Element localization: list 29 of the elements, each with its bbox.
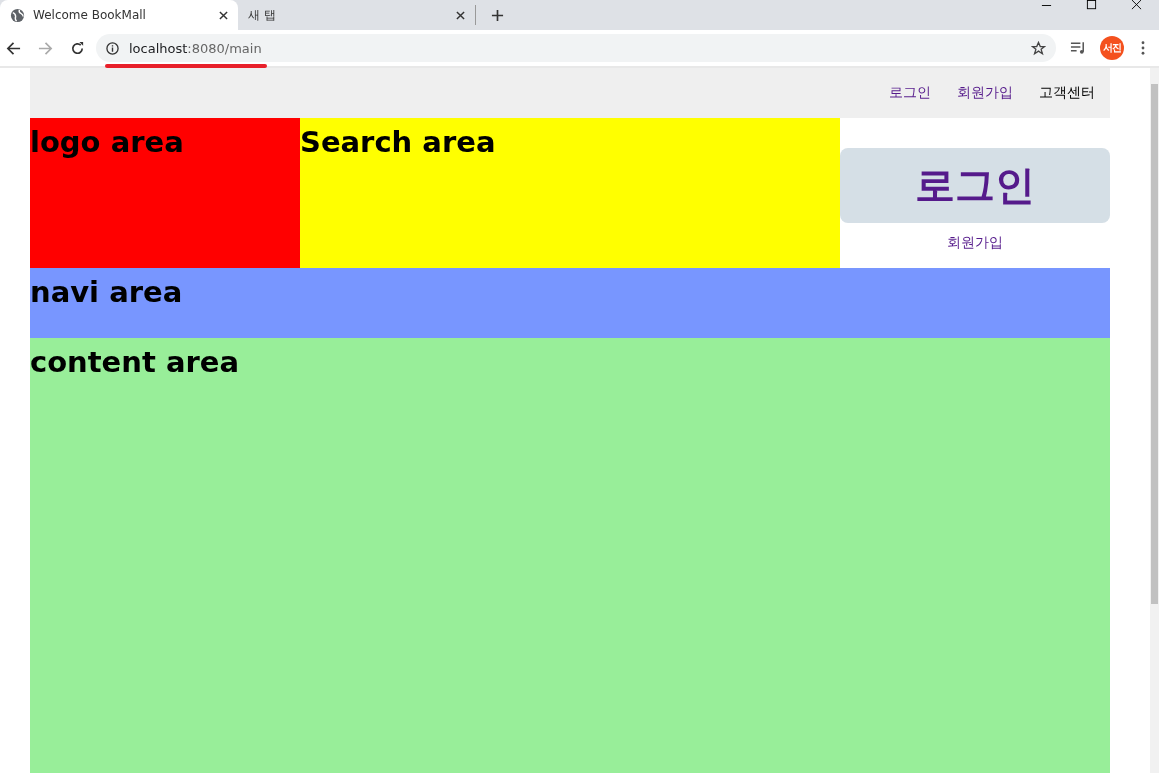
back-arrow-icon[interactable] bbox=[6, 40, 21, 56]
address-bar[interactable]: localhost:8080/main bbox=[96, 34, 1056, 62]
top-link[interactable]: 고객센터 bbox=[1039, 84, 1095, 102]
globe-icon bbox=[10, 7, 25, 23]
tab-title: Welcome BookMall bbox=[33, 8, 147, 22]
browser-tab[interactable]: Welcome BookMall bbox=[0, 0, 238, 30]
star-icon[interactable] bbox=[1031, 40, 1046, 56]
scrollbar[interactable] bbox=[1150, 68, 1159, 773]
signup-link[interactable]: 회원가입 bbox=[947, 234, 1003, 252]
tab-title: 새 탭 bbox=[248, 6, 277, 24]
playlist-icon[interactable] bbox=[1070, 41, 1087, 55]
close-icon[interactable] bbox=[219, 10, 228, 20]
maximize-icon[interactable] bbox=[1086, 0, 1097, 11]
top-link[interactable]: 회원가입 bbox=[957, 84, 1013, 102]
logo-area: logo area bbox=[30, 118, 300, 268]
browser-tab[interactable]: 새 탭 bbox=[238, 5, 476, 25]
search-area: Search area bbox=[300, 118, 840, 268]
close-icon[interactable] bbox=[456, 10, 465, 20]
url-text: localhost:8080/main bbox=[129, 40, 262, 56]
reload-icon[interactable] bbox=[70, 40, 85, 56]
close-icon[interactable] bbox=[1131, 0, 1142, 11]
content-area: content area bbox=[30, 338, 1110, 773]
login-button[interactable]: 로그인 bbox=[840, 148, 1110, 223]
top-link[interactable]: 로그인 bbox=[889, 84, 931, 102]
navi-area: navi area bbox=[30, 268, 1110, 338]
new-tab-icon[interactable] bbox=[491, 8, 504, 22]
scrollbar-thumb[interactable] bbox=[1151, 84, 1158, 604]
info-icon bbox=[106, 41, 119, 55]
menu-icon[interactable] bbox=[1141, 41, 1145, 55]
